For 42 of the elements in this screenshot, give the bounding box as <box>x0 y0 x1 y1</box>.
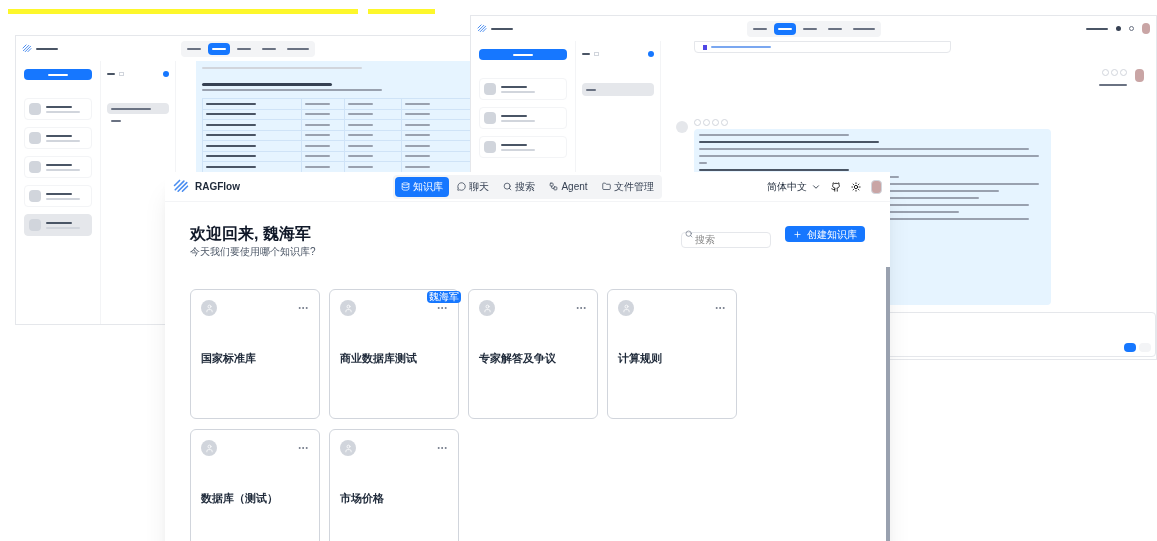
greeting-heading: 欢迎回来, 魏海军 <box>190 224 312 244</box>
database-icon <box>401 182 411 191</box>
avatar-placeholder <box>618 300 634 316</box>
avatar-placeholder <box>340 300 356 316</box>
knowledge-base-card[interactable]: 数据库（测试） <box>190 429 320 541</box>
avatar-placeholder <box>201 440 217 456</box>
knowledge-base-title: 市场价格 <box>340 491 385 506</box>
nav-tab[interactable]: Agent <box>543 176 594 197</box>
search-field[interactable]: 搜索 <box>681 231 771 248</box>
knowledge-base-card[interactable]: 市场价格 <box>329 429 459 541</box>
github-icon[interactable] <box>831 181 841 192</box>
nav-tab[interactable]: 知识库 <box>395 176 450 197</box>
nav-tab[interactable]: 文件管理 <box>595 176 660 197</box>
greeting-subtitle: 今天我们要使用哪个知识库? <box>190 245 316 259</box>
knowledge-base-title: 专家解答及争议 <box>479 351 557 366</box>
owner-tag: 魏海军 <box>427 291 461 303</box>
knowledge-base-card[interactable]: 国家标准库 <box>190 289 320 419</box>
nav-tab[interactable]: 搜索 <box>497 176 542 197</box>
avatar-placeholder <box>201 300 217 316</box>
logo-icon <box>173 179 189 194</box>
search-icon <box>685 230 693 238</box>
nodes-icon <box>549 182 559 191</box>
theme-icon[interactable] <box>851 181 861 192</box>
knowledge-base-card[interactable]: 专家解答及争议 <box>468 289 598 419</box>
app-name: RAGFlow <box>195 180 240 194</box>
knowledge-base-title: 计算规则 <box>618 351 663 366</box>
nav-tab[interactable]: 聊天 <box>451 176 496 197</box>
knowledge-base-title: 商业数据库测试 <box>340 351 418 366</box>
avatar-placeholder <box>340 440 356 456</box>
knowledge-base-card[interactable]: 计算规则 <box>607 289 737 419</box>
highlight-mark <box>368 9 435 14</box>
avatar-placeholder[interactable] <box>871 179 882 194</box>
knowledge-base-title: 数据库（测试） <box>201 491 279 506</box>
language-select[interactable]: 简体中文 <box>767 179 821 194</box>
knowledge-base-card[interactable]: 魏海军 商业数据库测试 <box>329 289 459 419</box>
create-knowledge-base-button[interactable]: 创建知识库 <box>785 226 865 242</box>
plus-icon <box>793 229 802 239</box>
avatar-placeholder <box>479 300 495 316</box>
knowledge-base-title: 国家标准库 <box>201 351 257 366</box>
search-icon <box>503 182 513 191</box>
folder-icon <box>601 182 611 191</box>
chat-bubble-icon <box>457 182 467 191</box>
